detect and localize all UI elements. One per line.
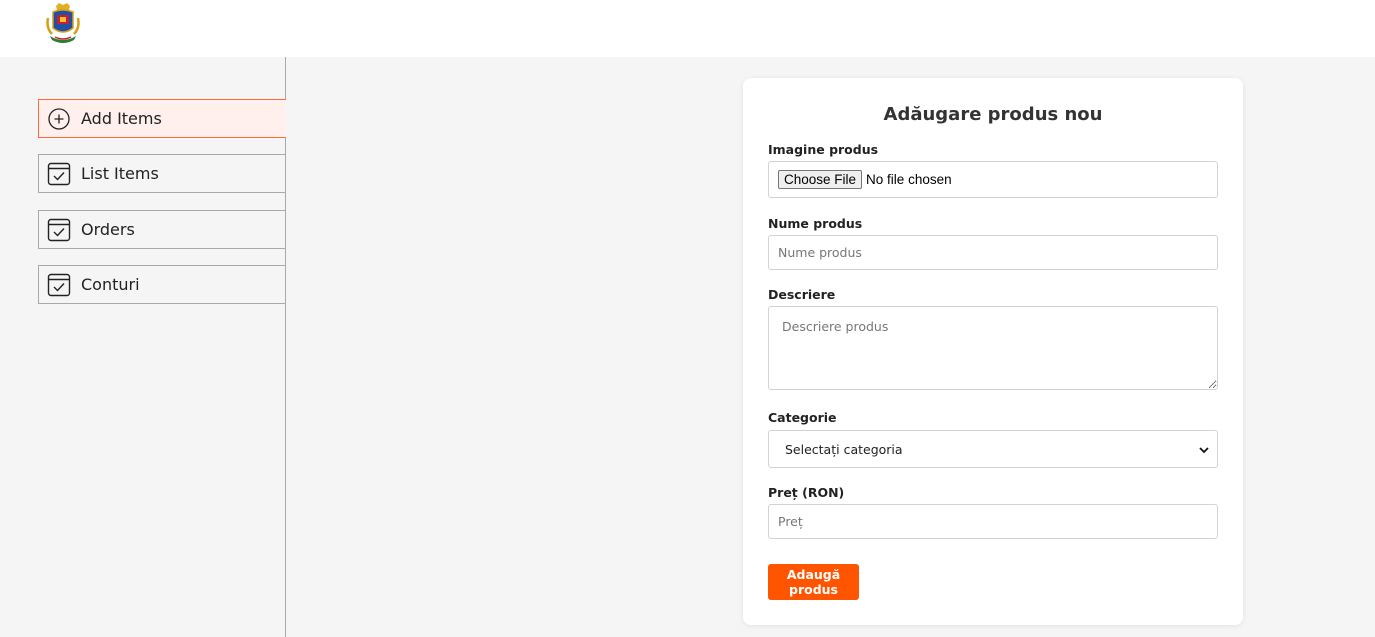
- checklist-icon: [47, 162, 71, 185]
- form-title: Adăugare produs nou: [883, 104, 1103, 125]
- sidebar-item-list-items[interactable]: List Items: [38, 154, 286, 193]
- price-label: Preț (RON): [768, 485, 845, 500]
- price-input[interactable]: [768, 504, 1218, 539]
- description-label: Descriere: [768, 287, 836, 302]
- add-product-form: Adăugare produs nou Imagine produs Choos…: [743, 78, 1243, 625]
- sidebar-item-conturi[interactable]: Conturi: [38, 265, 286, 304]
- category-label: Categorie: [768, 410, 837, 425]
- sidebar-item-add-items[interactable]: Add Items: [38, 99, 286, 138]
- name-label: Nume produs: [768, 216, 863, 231]
- chevron-down-icon: [1199, 447, 1209, 454]
- add-product-button[interactable]: Adaugă produs: [768, 564, 859, 600]
- category-selected-value: Selectați categoria: [785, 441, 903, 457]
- description-textarea[interactable]: [768, 306, 1218, 390]
- product-name-input[interactable]: [768, 235, 1218, 270]
- category-select[interactable]: Selectați categoria: [768, 430, 1218, 468]
- coat-of-arms-logo[interactable]: [44, 2, 82, 46]
- sidebar: Add Items List Items Orders Conturi: [0, 57, 286, 637]
- sidebar-item-label: Add Items: [81, 109, 162, 128]
- checklist-icon: [47, 273, 71, 296]
- top-bar: [0, 0, 1375, 57]
- image-label: Imagine produs: [768, 142, 879, 157]
- sidebar-item-orders[interactable]: Orders: [38, 210, 286, 249]
- checklist-icon: [47, 218, 71, 241]
- sidebar-item-label: Conturi: [81, 275, 140, 294]
- add-circle-icon: [48, 107, 70, 130]
- sidebar-item-label: List Items: [81, 164, 159, 183]
- file-status-text: No file chosen: [866, 172, 952, 187]
- image-file-input: Choose File No file chosen: [768, 161, 1218, 198]
- choose-file-button[interactable]: Choose File: [778, 170, 863, 189]
- sidebar-item-label: Orders: [81, 220, 135, 239]
